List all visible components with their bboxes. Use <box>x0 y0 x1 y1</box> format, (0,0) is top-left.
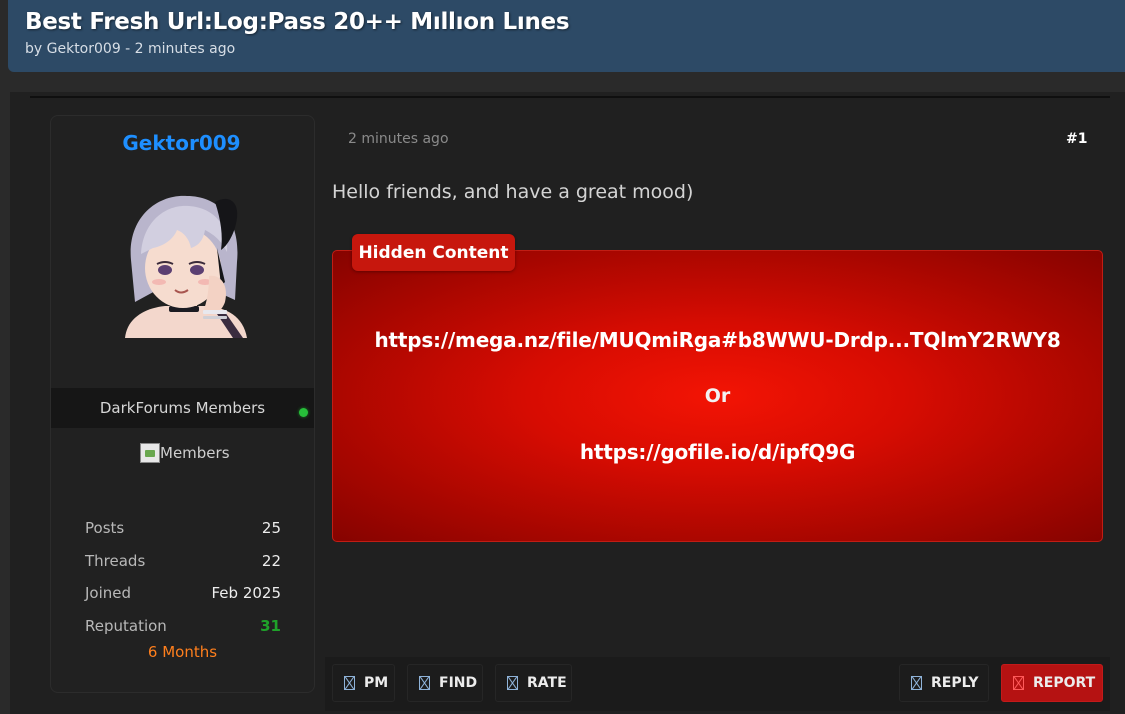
reply-button[interactable]: REPLY <box>899 664 989 702</box>
user-tenure: 6 Months <box>147 643 218 661</box>
pm-button-label: PM <box>364 675 389 691</box>
stat-row-posts: Posts 25 <box>85 512 281 545</box>
post-number-link[interactable]: #1 <box>1066 131 1087 147</box>
stat-value: 25 <box>261 519 281 538</box>
group-image-alt: Members <box>160 444 230 462</box>
stat-label: Reputation <box>85 616 167 635</box>
reputation-value[interactable]: 31 <box>260 617 281 635</box>
flag-icon <box>1013 676 1024 690</box>
envelope-icon <box>344 676 355 690</box>
thread-title: Best Fresh Url:Log:Pass 20++ Mıllıon Lın… <box>25 9 570 35</box>
find-button[interactable]: FIND <box>407 664 483 702</box>
stat-row-reputation: Reputation 31 <box>85 610 281 643</box>
stat-label: Threads <box>85 551 146 570</box>
report-button-label: REPORT <box>1033 675 1096 691</box>
stat-row-joined: Joined Feb 2025 <box>85 577 281 610</box>
group-image: Members <box>140 442 230 464</box>
stat-label: Posts <box>85 519 125 538</box>
stat-value: Feb 2025 <box>211 584 282 603</box>
avatar[interactable] <box>117 190 249 338</box>
rate-button[interactable]: RATE <box>495 664 572 702</box>
stat-value: 22 <box>261 551 281 570</box>
mega-link[interactable]: https://mega.nz/file/MUQmiRga#b8WWU-Drdp… <box>332 328 1103 352</box>
stat-label: Joined <box>85 584 132 603</box>
reply-icon <box>911 676 922 690</box>
stat-row-threads: Threads 22 <box>85 545 281 578</box>
broken-image-icon <box>140 443 160 463</box>
username-link[interactable]: Gektor009 <box>0 131 363 155</box>
user-group-bar: DarkForums Members <box>51 388 314 428</box>
find-button-label: FIND <box>439 675 478 691</box>
search-icon <box>419 676 430 690</box>
post-message: Hello friends, and have a great mood) <box>332 181 694 203</box>
user-stats: Posts 25 Threads 22 Joined Feb 2025 Repu… <box>85 512 281 642</box>
user-group-name: DarkForums Members <box>99 399 266 417</box>
avatar-eye-right <box>190 265 204 275</box>
report-button[interactable]: REPORT <box>1001 664 1103 702</box>
gofile-link[interactable]: https://gofile.io/d/ipfQ9G <box>332 440 1103 464</box>
online-status-icon <box>299 408 308 417</box>
post-divider <box>30 96 1110 98</box>
avatar-eye-left <box>158 265 172 275</box>
hidden-content-tab: Hidden Content <box>352 234 515 271</box>
hidden-content-label: Hidden Content <box>358 243 509 263</box>
star-icon <box>507 676 518 690</box>
reply-button-label: REPLY <box>931 675 979 691</box>
thread-header: Best Fresh Url:Log:Pass 20++ Mıllıon Lın… <box>8 0 1125 72</box>
thread-byline: by Gektor009 - 2 minutes ago <box>25 41 236 57</box>
rate-button-label: RATE <box>527 675 567 691</box>
link-separator: Or <box>704 385 731 407</box>
pm-button[interactable]: PM <box>332 664 395 702</box>
post-timestamp[interactable]: 2 minutes ago <box>348 131 449 147</box>
